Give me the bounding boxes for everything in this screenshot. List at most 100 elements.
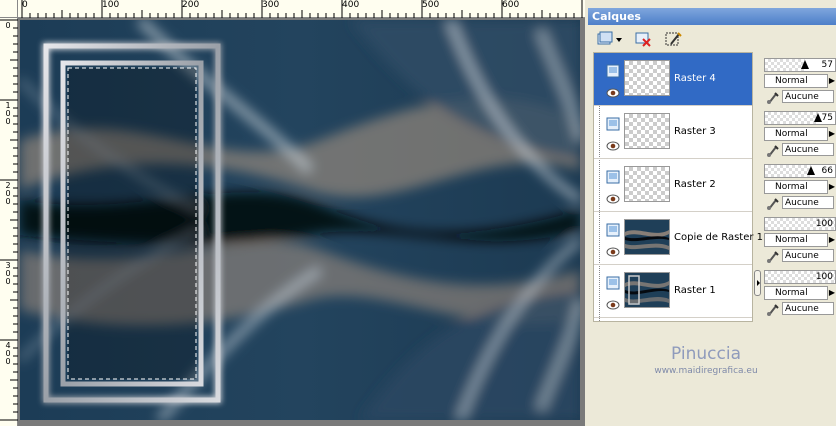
blend-mode-arrow-icon[interactable]: ▶ [828, 74, 836, 88]
layer-thumbnail [624, 113, 670, 149]
layer-properties-row: 57 Normal ▶ Aucune [764, 54, 836, 107]
raster-layer-icon [606, 275, 620, 290]
panel-splitter[interactable] [754, 52, 762, 322]
layer-group-label: Aucune [782, 249, 834, 262]
blend-mode-arrow-icon[interactable]: ▶ [828, 127, 836, 141]
ruler-label: 400 [342, 0, 360, 10]
ruler-label: 200 [5, 181, 11, 206]
opacity-fill [765, 165, 812, 177]
layer-properties-row: 100 Normal ▶ Aucune [764, 213, 836, 266]
brush-link-icon[interactable] [766, 144, 780, 157]
layer-group-field[interactable]: Aucune [764, 196, 836, 211]
layer-group-label: Aucune [782, 90, 834, 103]
visibility-eye-icon[interactable] [606, 295, 620, 310]
blend-mode-select[interactable]: Normal [764, 127, 828, 141]
layer-name: Raster 2 [674, 179, 716, 190]
brush-link-icon[interactable] [766, 250, 780, 263]
raster-layer-icon [606, 116, 620, 131]
brush-link-icon[interactable] [766, 197, 780, 210]
blend-mode-select[interactable]: Normal [764, 180, 828, 194]
ruler-label: 100 [102, 0, 120, 10]
blend-mode-select[interactable]: Normal [764, 286, 828, 300]
blend-mode-select[interactable]: Normal [764, 233, 828, 247]
opacity-marker-icon[interactable] [800, 60, 809, 69]
new-layer-icon[interactable] [594, 29, 616, 49]
opacity-slider[interactable]: 57 [764, 58, 836, 72]
layer-thumbnail [624, 272, 670, 308]
layers-palette: Calques Raster 4 Raster 3 Raster 2 Copie… [588, 0, 836, 426]
horizontal-ruler: 0 100 200 300 400 500 600 [18, 0, 585, 18]
layer-thumbnail [624, 166, 670, 202]
brush-link-icon[interactable] [766, 303, 780, 316]
layer-row[interactable]: Raster 4 [594, 53, 752, 106]
blend-mode-select[interactable]: Normal [764, 74, 828, 88]
opacity-slider[interactable]: 100 [764, 217, 836, 231]
visibility-eye-icon[interactable] [606, 83, 620, 98]
opacity-slider[interactable]: 100 [764, 270, 836, 284]
visibility-eye-icon[interactable] [606, 136, 620, 151]
layer-group-field[interactable]: Aucune [764, 143, 836, 158]
panel-toolbar [588, 26, 836, 50]
opacity-value: 57 [821, 60, 833, 70]
raster-layer-icon [606, 222, 620, 237]
layer-group-field[interactable]: Aucune [764, 249, 836, 264]
blend-mode-arrow-icon[interactable]: ▶ [828, 233, 836, 247]
layer-properties-row: 66 Normal ▶ Aucune [764, 160, 836, 213]
ruler-label: 200 [182, 0, 200, 10]
image-canvas[interactable] [20, 20, 580, 420]
layer-group-field[interactable]: Aucune [764, 302, 836, 317]
blend-mode-arrow-icon[interactable]: ▶ [828, 286, 836, 300]
opacity-value: 100 [815, 272, 833, 282]
canvas-area[interactable]: 0 100 200 300 400 500 600 0 100 200 300 … [0, 0, 585, 426]
opacity-slider[interactable]: 75 [764, 111, 836, 125]
ruler-corner [0, 0, 18, 18]
opacity-value: 66 [821, 166, 833, 176]
layer-row[interactable]: Copie de Raster 1 [594, 212, 763, 265]
splitter-grip[interactable] [754, 270, 761, 296]
vertical-ruler: 0 100 200 300 400 [0, 18, 18, 426]
layer-name: Copie de Raster 1 [674, 232, 764, 243]
layer-name: Raster 1 [674, 285, 716, 296]
layer-group-label: Aucune [782, 143, 834, 156]
layer-row[interactable]: Raster 1 [594, 265, 752, 318]
watermark-url: www.maidiregrafica.eu [654, 366, 758, 376]
opacity-fill [765, 112, 818, 124]
ruler-label: 0 [22, 0, 28, 10]
layer-row[interactable]: Raster 2 [594, 159, 752, 212]
ruler-label: 500 [422, 0, 440, 10]
layers-list: Raster 4 Raster 3 Raster 2 Copie de Rast… [593, 52, 763, 322]
layer-row[interactable]: Raster 3 [594, 106, 752, 159]
layer-name: Raster 3 [674, 126, 716, 137]
ruler-label: 600 [502, 0, 520, 10]
delete-layer-icon[interactable] [632, 29, 654, 49]
brush-link-icon[interactable] [766, 91, 780, 104]
panel-title: Calques [588, 8, 836, 25]
layer-thumbnail [624, 60, 670, 96]
edit-selection-icon[interactable] [662, 29, 684, 49]
new-layer-dropdown-icon[interactable] [614, 29, 624, 49]
opacity-value: 100 [815, 219, 833, 229]
layer-properties: 57 Normal ▶ Aucune 75 Normal ▶ Aucune 66 Normal ▶ A… [764, 52, 836, 322]
watermark-name: Pinuccia [671, 344, 741, 364]
layer-name: Raster 4 [674, 73, 716, 84]
layer-properties-row: 75 Normal ▶ Aucune [764, 107, 836, 160]
ruler-label: 0 [5, 21, 11, 30]
ruler-label: 300 [5, 261, 11, 286]
layer-thumbnail [624, 219, 670, 255]
blend-mode-arrow-icon[interactable]: ▶ [828, 180, 836, 194]
ruler-label: 400 [5, 341, 11, 366]
opacity-slider[interactable]: 66 [764, 164, 836, 178]
opacity-marker-icon[interactable] [807, 166, 816, 175]
ruler-label: 300 [262, 0, 280, 10]
opacity-fill [765, 59, 805, 71]
visibility-eye-icon[interactable] [606, 242, 620, 257]
layer-properties-row: 100 Normal ▶ Aucune [764, 266, 836, 319]
opacity-value: 75 [821, 113, 833, 123]
raster-layer-icon [606, 169, 620, 184]
ruler-label: 100 [5, 101, 11, 126]
opacity-marker-icon[interactable] [813, 113, 822, 122]
layer-group-label: Aucune [782, 302, 834, 315]
layer-group-field[interactable]: Aucune [764, 90, 836, 105]
layer-group-label: Aucune [782, 196, 834, 209]
visibility-eye-icon[interactable] [606, 189, 620, 204]
